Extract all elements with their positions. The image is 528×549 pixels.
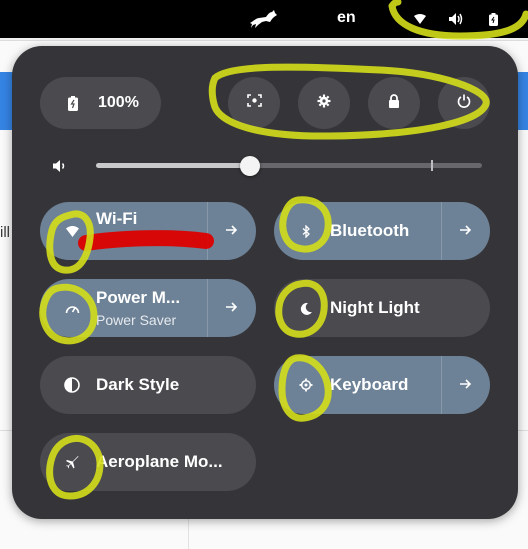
screenshot-button[interactable]: [228, 77, 280, 129]
bluetooth-icon: [296, 202, 316, 260]
volume-icon[interactable]: [443, 0, 469, 38]
battery-icon[interactable]: [480, 0, 506, 38]
arrow-right-icon: [226, 299, 238, 317]
bluetooth-toggle[interactable]: Bluetooth: [274, 202, 490, 260]
power-mode-toggle[interactable]: Power M... Power Saver: [40, 279, 256, 337]
aeroplane-icon: [62, 433, 82, 491]
dark-style-icon: [62, 356, 82, 414]
arrow-right-icon: [226, 222, 238, 240]
bluetooth-toggle-label: Bluetooth: [330, 221, 410, 240]
cat-icon[interactable]: [248, 8, 278, 30]
wifi-icon[interactable]: [407, 0, 433, 38]
top-bar: en: [0, 0, 528, 38]
arrow-right-icon: [460, 222, 472, 240]
lock-icon: [388, 93, 400, 113]
night-light-toggle-label: Night Light: [330, 298, 420, 317]
dark-style-toggle-label: Dark Style: [96, 375, 180, 394]
battery-percentage: 100%: [98, 94, 139, 111]
power-mode-toggle-label: Power M...: [96, 288, 181, 307]
keyboard-toggle[interactable]: Keyboard: [274, 356, 490, 414]
background-text: ill: [0, 224, 10, 241]
battery-icon: [66, 94, 80, 112]
wifi-toggle[interactable]: Wi-Fi: [40, 202, 256, 260]
power-mode-menu-button[interactable]: [207, 279, 256, 337]
aeroplane-mode-toggle[interactable]: Aeroplane Mo...: [40, 433, 256, 491]
wifi-icon: [62, 202, 82, 260]
power-mode-icon: [62, 279, 82, 337]
bluetooth-menu-button[interactable]: [441, 202, 490, 260]
wifi-toggle-label: Wi-Fi: [96, 209, 138, 228]
volume-slider[interactable]: [96, 156, 482, 176]
aeroplane-mode-toggle-label: Aeroplane Mo...: [96, 452, 223, 471]
volume-slider-mark: [431, 160, 433, 171]
gear-icon: [296, 356, 316, 414]
wifi-menu-button[interactable]: [207, 202, 256, 260]
dark-style-toggle[interactable]: Dark Style: [40, 356, 256, 414]
power-icon: [457, 94, 471, 113]
power-button[interactable]: [438, 77, 490, 129]
power-mode-toggle-status: Power Saver: [96, 312, 177, 328]
volume-slider-fill: [96, 163, 251, 168]
battery-button[interactable]: 100%: [40, 77, 161, 129]
moon-icon: [296, 279, 316, 337]
volume-icon[interactable]: [52, 158, 68, 174]
settings-icon: [317, 94, 331, 113]
night-light-toggle[interactable]: Night Light: [274, 279, 490, 337]
keyboard-menu-button[interactable]: [441, 356, 490, 414]
arrow-right-icon: [460, 376, 472, 394]
language-indicator[interactable]: en: [337, 9, 356, 27]
keyboard-toggle-label: Keyboard: [330, 375, 409, 394]
lock-button[interactable]: [368, 77, 420, 129]
screenshot-icon: [246, 94, 262, 112]
quick-settings-panel: 100% Wi-Fi Bluetooth Power M... Power Sa…: [12, 46, 518, 519]
volume-slider-handle[interactable]: [240, 156, 261, 176]
settings-button[interactable]: [298, 77, 350, 129]
